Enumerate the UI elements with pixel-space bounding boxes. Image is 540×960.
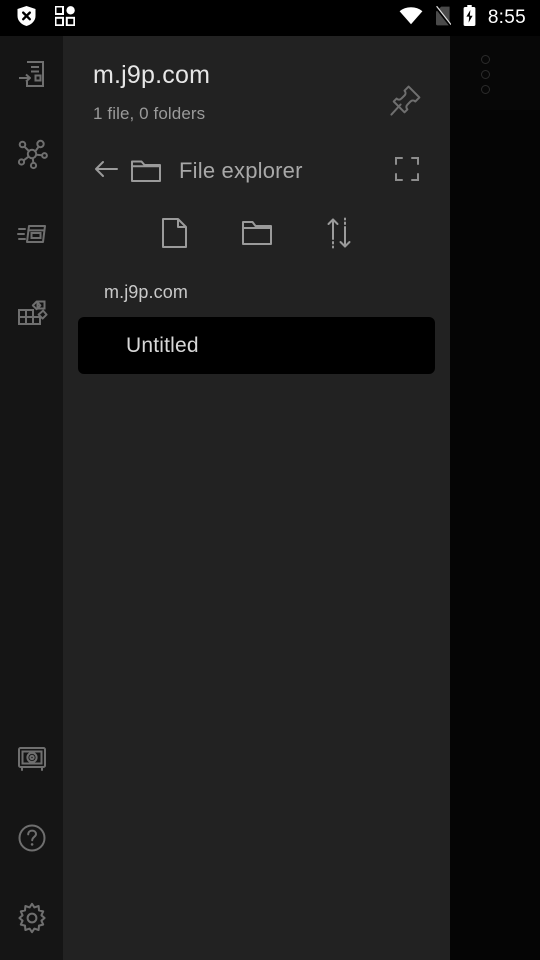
background-window bbox=[450, 36, 540, 960]
sidebar-item-vault[interactable] bbox=[0, 720, 63, 800]
pushpin-icon bbox=[387, 81, 425, 124]
sort-arrows-icon bbox=[325, 217, 353, 254]
file-explorer-panel: m.j9p.com 1 file, 0 folders File explore… bbox=[63, 36, 450, 960]
action-toolbar bbox=[63, 214, 450, 256]
section-title: File explorer bbox=[179, 158, 303, 183]
panel-subtitle: 1 file, 0 folders bbox=[93, 104, 206, 123]
screen-root: 8:55 m.j9p.com 1 file, 0 folders File ex… bbox=[0, 0, 540, 960]
file-icon bbox=[161, 217, 188, 254]
overflow-menu-button[interactable] bbox=[481, 55, 490, 94]
background-window-toolbar bbox=[450, 36, 540, 110]
sort-button[interactable] bbox=[318, 214, 360, 256]
folder-icon bbox=[241, 219, 273, 252]
new-file-button[interactable] bbox=[154, 214, 196, 256]
overflow-dot-2 bbox=[481, 70, 490, 79]
wifi-icon bbox=[399, 6, 423, 30]
list-item[interactable]: Untitled bbox=[78, 317, 435, 374]
file-name-label: Untitled bbox=[126, 333, 199, 357]
breadcrumb[interactable]: m.j9p.com bbox=[63, 256, 450, 303]
help-circle-icon bbox=[17, 823, 47, 858]
sidebar-item-cards[interactable] bbox=[0, 196, 63, 276]
overflow-dot-1 bbox=[481, 55, 490, 64]
sidebar-item-settings[interactable] bbox=[0, 880, 63, 960]
overflow-dot-3 bbox=[481, 85, 490, 94]
section-header: File explorer bbox=[63, 124, 450, 188]
note-import-icon bbox=[16, 58, 48, 95]
no-sim-icon bbox=[434, 5, 452, 31]
sidebar-item-help[interactable] bbox=[0, 800, 63, 880]
battery-charging-icon bbox=[463, 5, 476, 31]
back-button[interactable] bbox=[89, 154, 123, 188]
folder-open-icon bbox=[127, 154, 165, 188]
arrow-left-icon bbox=[93, 159, 119, 184]
file-list: Untitled bbox=[63, 303, 450, 374]
sidebar bbox=[0, 36, 63, 960]
sidebar-item-notes[interactable] bbox=[0, 36, 63, 116]
sidebar-item-graph[interactable] bbox=[0, 116, 63, 196]
clock-label: 8:55 bbox=[487, 7, 526, 28]
card-stack-icon bbox=[16, 218, 48, 255]
expand-button[interactable] bbox=[390, 154, 424, 188]
gear-icon bbox=[16, 902, 48, 939]
new-folder-button[interactable] bbox=[236, 214, 278, 256]
page-title: m.j9p.com bbox=[93, 61, 211, 89]
shield-x-icon bbox=[16, 5, 37, 32]
sidebar-bottom-group bbox=[0, 720, 63, 960]
safe-vault-icon bbox=[17, 743, 47, 778]
status-bar-left-icons bbox=[0, 5, 76, 32]
sidebar-item-blocks[interactable] bbox=[0, 276, 63, 356]
sidebar-top-group bbox=[0, 36, 63, 356]
fullscreen-icon bbox=[394, 156, 420, 187]
graph-nodes-icon bbox=[16, 138, 48, 175]
panel-header: m.j9p.com 1 file, 0 folders bbox=[63, 36, 450, 124]
status-bar-right-icons: 8:55 bbox=[399, 5, 540, 31]
app-grid-icon bbox=[54, 5, 76, 31]
status-bar: 8:55 bbox=[0, 0, 540, 36]
pin-button[interactable] bbox=[384, 80, 428, 124]
blocks-grid-icon bbox=[16, 298, 48, 335]
